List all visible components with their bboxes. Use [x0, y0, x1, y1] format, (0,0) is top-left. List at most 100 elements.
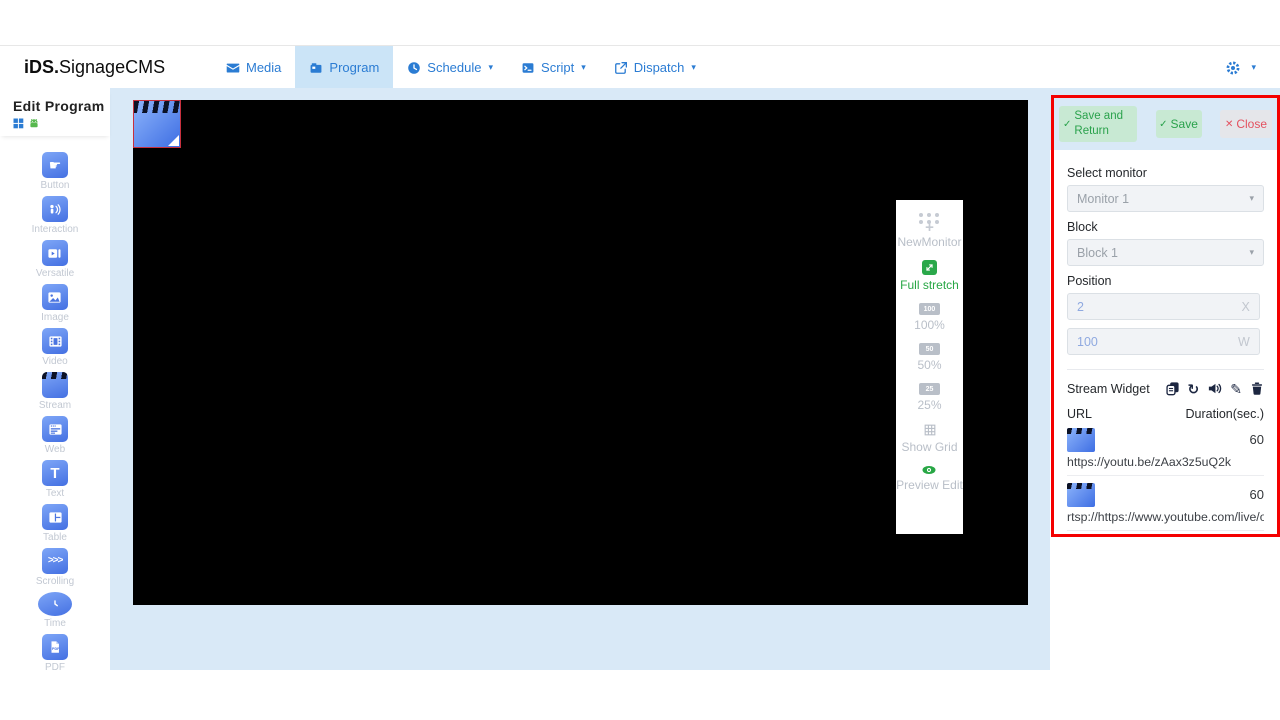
script-icon — [521, 61, 535, 75]
show-grid-button[interactable]: Show Grid — [901, 423, 957, 453]
tool-time[interactable]: Time — [38, 592, 72, 629]
stream-widget-label: Stream Widget — [1067, 382, 1150, 396]
app-logo[interactable]: iDS.SignageCMS — [24, 46, 165, 89]
item-url: https://youtu.be/zAax3z5uQ2k — [1067, 455, 1264, 469]
media-icon — [226, 61, 240, 75]
tool-interaction[interactable]: Interaction — [32, 196, 79, 235]
new-monitor-label: NewMonitor — [897, 236, 961, 248]
position-w-field[interactable]: W — [1067, 328, 1260, 355]
clapperboard-icon — [134, 101, 180, 147]
position-x-suffix: X — [1241, 300, 1249, 314]
edit-icon[interactable]: ✎ — [1230, 382, 1242, 396]
zoom-25-label: 25% — [917, 399, 941, 411]
trash-icon[interactable] — [1250, 381, 1264, 396]
zoom-25-button[interactable]: 25 25% — [917, 383, 941, 411]
video-icon — [42, 328, 68, 354]
preview-edit-label: Preview Edit — [896, 479, 963, 491]
stream-list-item[interactable]: 60 https://youtu.be/zAax3z5uQ2k — [1067, 428, 1264, 476]
position-grid: X Y W H — [1067, 293, 1264, 355]
tool-stream[interactable]: Stream — [39, 372, 71, 411]
preview-edit-button[interactable]: Preview Edit — [896, 465, 963, 491]
settings-menu[interactable]: ▾ — [1225, 46, 1256, 89]
nav-item-schedule[interactable]: Schedule ▾ — [393, 46, 507, 89]
image-icon — [42, 284, 68, 310]
tool-text[interactable]: T Text — [42, 460, 68, 499]
tool-label: Time — [44, 619, 66, 629]
stream-widget-canvas-item[interactable] — [133, 100, 181, 148]
nav-item-media[interactable]: Media — [212, 46, 295, 89]
zoom-50-button[interactable]: 50 50% — [917, 343, 941, 371]
app-logo-bold: iDS. — [24, 57, 59, 77]
zoom-100-button[interactable]: 100 100% — [914, 303, 945, 331]
save-and-return-button[interactable]: ✓ Save and Return — [1059, 106, 1137, 142]
position-x-field[interactable]: X — [1067, 293, 1260, 320]
close-label: Close — [1236, 117, 1267, 131]
tool-label: Image — [41, 313, 69, 323]
block-properties-panel: ✓ Save and Return ✓ Save ✕ Close Select … — [1051, 95, 1280, 537]
widget-tool-list: ☛ Button Interaction Versatile — [0, 136, 110, 678]
tool-image[interactable]: Image — [41, 284, 69, 323]
tool-versatile[interactable]: Versatile — [36, 240, 74, 279]
close-button[interactable]: ✕ Close — [1220, 110, 1272, 138]
new-monitor-button[interactable]: + NewMonitor — [897, 213, 961, 248]
full-stretch-button[interactable]: Full stretch — [900, 260, 959, 291]
program-editor-workspace: + NewMonitor Full stretch 100 100% 50 50 — [110, 88, 1050, 670]
canvas-zoom-toolbar: + NewMonitor Full stretch 100 100% 50 50 — [896, 200, 963, 534]
app-logo-rest: SignageCMS — [59, 57, 165, 77]
chevron-down-icon: ▾ — [1249, 247, 1254, 258]
schedule-icon — [407, 61, 421, 75]
position-w-input[interactable] — [1077, 335, 1238, 349]
versatile-icon — [42, 240, 68, 266]
monitor-canvas[interactable] — [133, 100, 1028, 605]
button-icon: ☛ — [42, 152, 68, 178]
program-icon — [309, 61, 323, 75]
panel-body: Select monitor Monitor 1 ▾ Block Block 1… — [1054, 150, 1277, 531]
resize-handle[interactable] — [168, 135, 179, 146]
stream-list-item[interactable]: 60 rtsp://https://www.youtube.com/live/o… — [1067, 483, 1264, 531]
item-url: rtsp://https://www.youtube.com/live/o... — [1067, 510, 1264, 524]
chevron-down-icon: ▾ — [1249, 193, 1254, 204]
scrolling-icon: >>> — [42, 548, 68, 574]
tool-table[interactable]: Table — [42, 504, 68, 543]
clapperboard-notches — [1067, 428, 1095, 434]
tool-label: Interaction — [32, 225, 79, 235]
zoom-50-label: 50% — [917, 359, 941, 371]
tool-label: Versatile — [36, 269, 74, 279]
tool-label: Table — [43, 533, 67, 543]
close-icon: ✕ — [1225, 119, 1233, 130]
main-menu: Media Program Schedule ▾ Script ▾ Dispat… — [212, 46, 710, 89]
save-button[interactable]: ✓ Save — [1156, 110, 1202, 138]
web-icon — [42, 416, 68, 442]
interaction-icon — [42, 196, 68, 222]
full-stretch-icon — [922, 260, 937, 275]
save-and-return-label: Save and Return — [1074, 109, 1133, 139]
loop-icon[interactable]: ↻ — [1188, 382, 1200, 396]
monitor-select-value: Monitor 1 — [1077, 192, 1129, 206]
volume-icon[interactable] — [1207, 381, 1222, 396]
nav-item-label: Media — [246, 60, 281, 75]
position-x-input[interactable] — [1077, 300, 1241, 314]
tool-label: Text — [46, 489, 64, 499]
copy-icon[interactable] — [1165, 381, 1180, 396]
tool-pdf[interactable]: PDF PDF — [42, 634, 68, 673]
clapperboard-notches — [1067, 483, 1095, 489]
clapperboard-icon — [1067, 428, 1095, 452]
tool-label: Web — [45, 445, 65, 455]
tool-web[interactable]: Web — [42, 416, 68, 455]
tool-scrolling[interactable]: >>> Scrolling — [36, 548, 74, 587]
stream-widget-row: Stream Widget ↻ ✎ — [1067, 381, 1264, 396]
nav-item-program[interactable]: Program — [295, 46, 393, 89]
tool-video[interactable]: Video — [42, 328, 68, 367]
tool-button[interactable]: ☛ Button — [41, 152, 70, 191]
block-select[interactable]: Block 1 ▾ — [1067, 239, 1264, 266]
dispatch-icon — [614, 61, 628, 75]
monitor-select[interactable]: Monitor 1 ▾ — [1067, 185, 1264, 212]
tool-label: Stream — [39, 401, 71, 411]
nav-item-dispatch[interactable]: Dispatch ▾ — [600, 46, 710, 89]
plus-icon: + — [925, 224, 934, 232]
new-monitor-icon: + — [919, 213, 940, 232]
nav-item-script[interactable]: Script ▾ — [507, 46, 600, 89]
sidebar-header: Edit Program — [0, 88, 110, 136]
nav-item-label: Schedule — [427, 60, 481, 75]
zoom-100-icon: 100 — [919, 303, 940, 315]
